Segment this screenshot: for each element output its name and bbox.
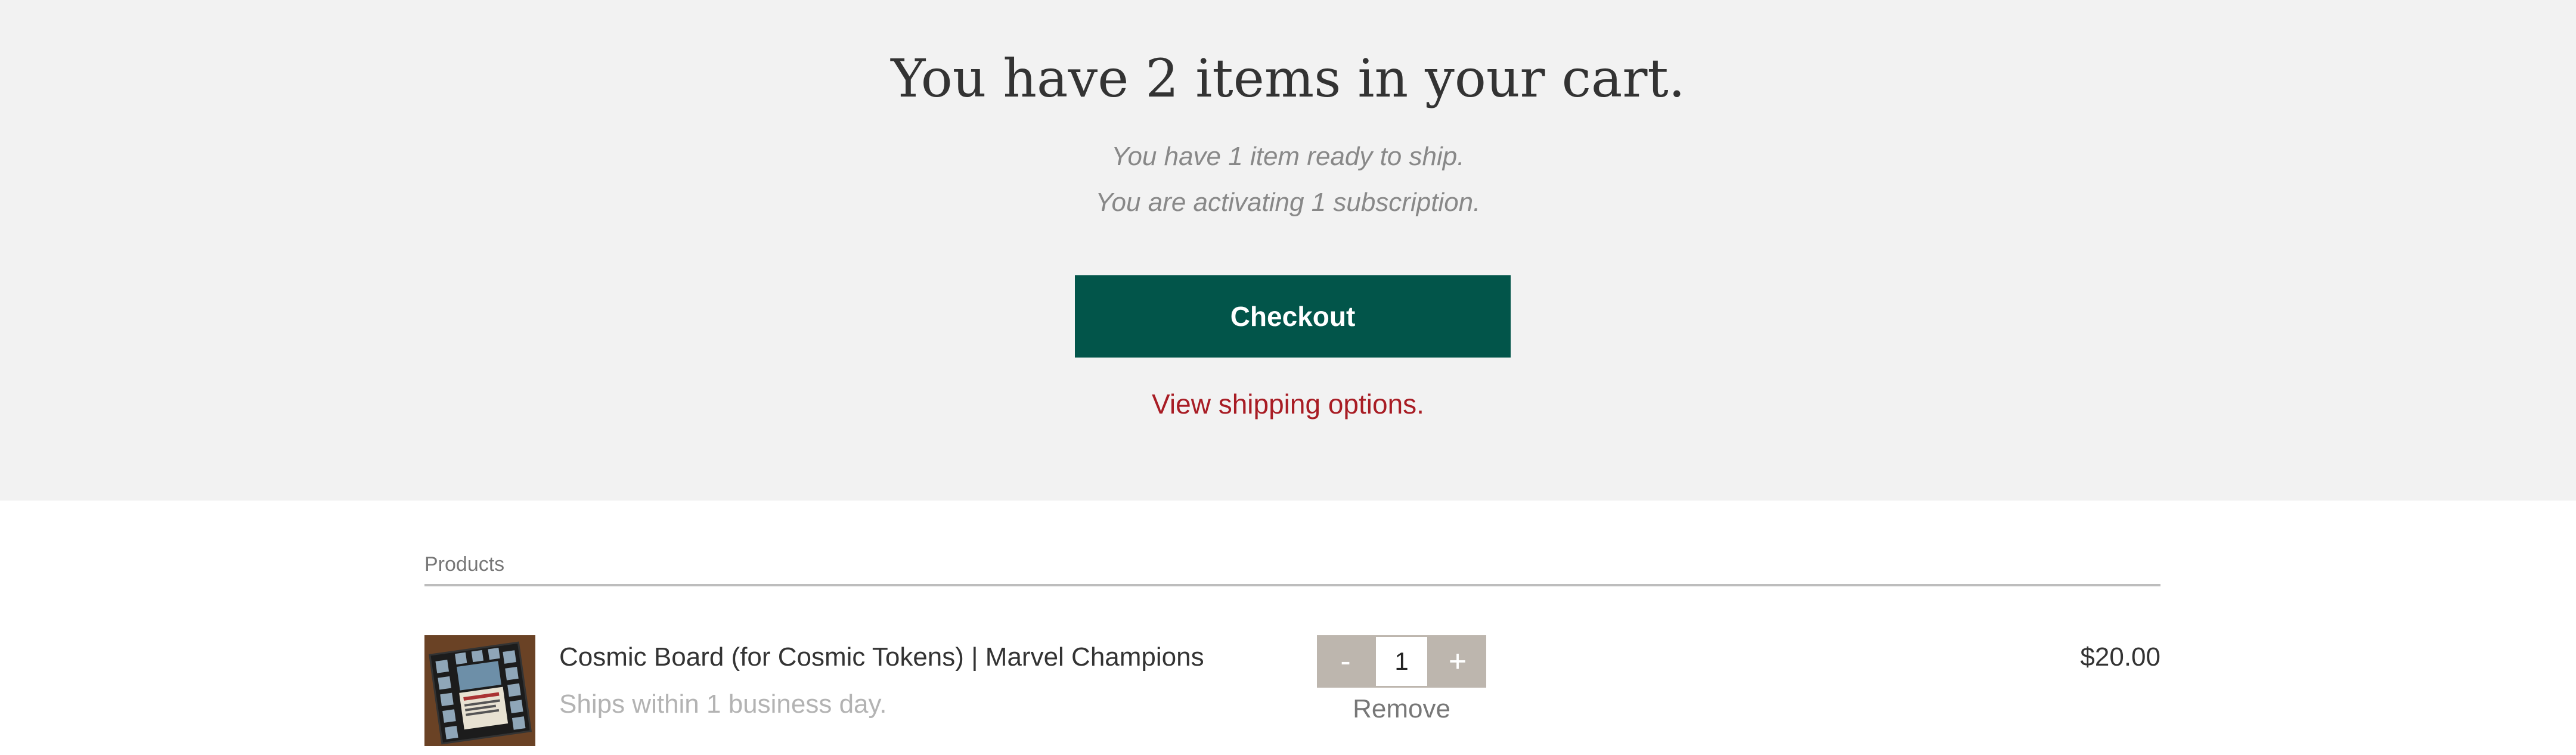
quantity-input[interactable] bbox=[1374, 635, 1429, 688]
cart-title: You have 2 items in your cart. bbox=[891, 48, 1685, 109]
ship-ready-note: You have 1 item ready to ship. bbox=[1111, 142, 1465, 171]
product-shipping-note: Ships within 1 business day. bbox=[559, 689, 887, 719]
product-price: $20.00 bbox=[2080, 642, 2160, 672]
cart-summary-panel: You have 2 items in your cart. You have … bbox=[0, 0, 2576, 501]
remove-item-link[interactable]: Remove bbox=[1317, 691, 1486, 727]
products-divider bbox=[424, 584, 2160, 586]
quantity-decrement-button[interactable]: - bbox=[1317, 635, 1374, 688]
products-column-header: Products bbox=[424, 553, 505, 576]
view-shipping-options-link[interactable]: View shipping options. bbox=[0, 386, 2576, 422]
subscription-note: You are activating 1 subscription. bbox=[1095, 188, 1481, 217]
checkout-button[interactable]: Checkout bbox=[1075, 275, 1511, 358]
quantity-increment-button[interactable]: + bbox=[1429, 635, 1486, 688]
product-board-image bbox=[424, 635, 535, 746]
product-name[interactable]: Cosmic Board (for Cosmic Tokens) | Marve… bbox=[559, 639, 1204, 675]
product-thumbnail[interactable] bbox=[424, 635, 535, 746]
